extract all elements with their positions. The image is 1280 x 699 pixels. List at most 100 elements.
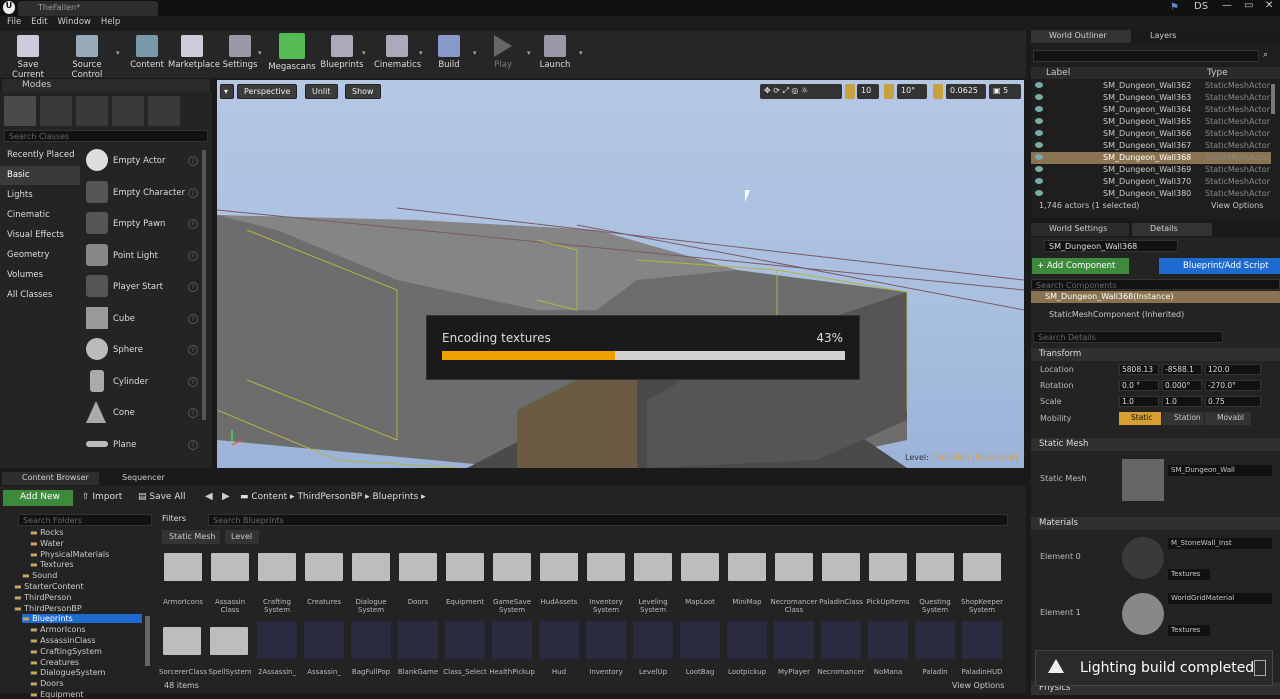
outliner-row[interactable]: SM_Dungeon_Wall366 StaticMeshActor [1031, 128, 1271, 140]
category-lights[interactable]: Lights [0, 186, 80, 205]
help-icon[interactable]: ? [188, 188, 198, 198]
asset-tile[interactable] [633, 621, 673, 659]
launch-button[interactable]: Launch [536, 33, 574, 77]
outliner-scrollbar[interactable] [1271, 84, 1275, 114]
breadcrumb-thirdpersonbp[interactable]: ThirdPersonBP [297, 492, 362, 502]
folder-tile[interactable] [916, 553, 954, 581]
material-1-thumbnail[interactable] [1122, 593, 1164, 635]
eye-icon[interactable] [1035, 142, 1043, 148]
folder-tile[interactable] [446, 553, 484, 581]
blueprint-add-script-button[interactable]: Blueprint/Add Script [1159, 258, 1280, 274]
eye-icon[interactable] [1035, 118, 1043, 124]
eye-icon[interactable] [1035, 82, 1043, 88]
build-button[interactable]: Build [430, 33, 468, 77]
eye-icon[interactable] [1035, 130, 1043, 136]
dropdown-arrow-icon[interactable]: ▾ [527, 49, 531, 57]
tree-folder[interactable]: ▬ Textures [30, 560, 74, 569]
toast-close-icon[interactable] [1254, 660, 1266, 676]
asset-tile[interactable] [915, 621, 955, 659]
place-cube[interactable]: Cube? [84, 305, 204, 335]
help-icon[interactable]: ? [188, 314, 198, 324]
tree-folder[interactable]: ▬ Doors [30, 679, 64, 688]
place-mode-icon[interactable] [4, 96, 36, 126]
dropdown-arrow-icon[interactable]: ▾ [116, 49, 120, 57]
folder-tile[interactable] [164, 553, 202, 581]
scale-snap-icon[interactable] [933, 84, 943, 99]
asset-tile[interactable] [868, 621, 908, 659]
unlit-button[interactable]: Unlit [305, 84, 338, 99]
help-icon[interactable]: ? [188, 345, 198, 355]
asset-tile[interactable] [257, 621, 297, 659]
mobility-static[interactable]: Static [1119, 412, 1161, 425]
grid-snap-icon[interactable] [845, 84, 855, 99]
tree-folder[interactable]: ▬ ArmorIcons [30, 625, 86, 634]
asset-tile[interactable] [445, 621, 485, 659]
marketplace-button[interactable]: Marketplace [168, 33, 220, 77]
place-cylinder[interactable]: Cylinder? [84, 368, 204, 398]
transform-tools[interactable]: ✥ ⟳ ⤢ ◎ ☼ [760, 84, 842, 99]
megascans-button[interactable]: Megascans [268, 33, 316, 77]
eye-icon[interactable] [1035, 190, 1043, 196]
tree-folder[interactable]: ▬ StarterContent [14, 582, 84, 591]
asset-tile[interactable] [774, 621, 814, 659]
materials-section[interactable]: Materials [1031, 517, 1280, 530]
scale-z[interactable]: 0.75 [1205, 396, 1261, 407]
dropdown-arrow-icon[interactable]: ▾ [258, 49, 262, 57]
outliner-row[interactable]: SM_Dungeon_Wall368 StaticMeshActor [1031, 152, 1271, 164]
outliner-row[interactable]: SM_Dungeon_Wall367 StaticMeshActor [1031, 140, 1271, 152]
transform-section[interactable]: Transform [1031, 348, 1280, 361]
settings-button[interactable]: Settings [220, 33, 260, 77]
help-icon[interactable]: ? [188, 440, 198, 450]
eye-icon[interactable] [1035, 178, 1043, 184]
dropdown-arrow-icon[interactable]: ▾ [473, 49, 477, 57]
help-icon[interactable]: ? [188, 377, 198, 387]
folder-tile[interactable] [634, 553, 672, 581]
rotation-z[interactable]: -270.0° [1205, 380, 1261, 391]
folder-tile[interactable] [210, 627, 248, 655]
notification-icon[interactable]: ⚑ [1170, 2, 1182, 13]
rotation-snap-icon[interactable] [884, 84, 894, 99]
outliner-row[interactable]: SM_Dungeon_Wall380 StaticMeshActor [1031, 188, 1271, 200]
rotation-snap[interactable]: 10° [897, 84, 927, 99]
layers-tab[interactable]: Layers [1134, 30, 1214, 43]
category-recently-placed[interactable]: Recently Placed [0, 146, 80, 165]
search-classes-input[interactable]: Search Classes [4, 130, 208, 142]
asset-tile[interactable] [680, 621, 720, 659]
outliner-row[interactable]: SM_Dungeon_Wall364 StaticMeshActor [1031, 104, 1271, 116]
help-icon[interactable]: ? [188, 156, 198, 166]
dropdown-arrow-icon[interactable]: ▾ [362, 49, 366, 57]
place-cone[interactable]: Cone? [84, 399, 204, 429]
forward-arrow-icon[interactable]: ▶ [222, 491, 230, 502]
dropdown-arrow-icon[interactable]: ▾ [579, 49, 583, 57]
play-button[interactable]: Play [484, 33, 522, 77]
asset-tile[interactable] [398, 621, 438, 659]
breadcrumb-blueprints[interactable]: Blueprints [373, 492, 419, 502]
folder-tile[interactable] [540, 553, 578, 581]
details-tab[interactable]: Details [1132, 223, 1212, 236]
actor-name-field[interactable]: SM_Dungeon_Wall368 [1044, 240, 1178, 252]
textures-0-dropdown[interactable]: Textures [1168, 569, 1210, 580]
filters-button[interactable]: Filters [162, 514, 186, 523]
instance-component[interactable]: SM_Dungeon_Wall368(Instance) [1031, 291, 1280, 303]
scale-y[interactable]: 1.0 [1162, 396, 1202, 407]
viewport-menu-button[interactable]: ▾ [220, 84, 234, 99]
help-icon[interactable]: ? [188, 282, 198, 292]
tree-folder[interactable]: ▬ ThirdPerson [14, 593, 71, 602]
outliner-row[interactable]: SM_Dungeon_Wall362 StaticMeshActor [1031, 80, 1271, 92]
tree-folder[interactable]: ▬ Creatures [30, 658, 79, 667]
camera-speed[interactable]: ▣ 5 [989, 84, 1021, 99]
place-point-light[interactable]: Point Light? [84, 242, 204, 272]
maximize-button[interactable]: ▭ [1244, 0, 1253, 11]
folder-tile[interactable] [493, 553, 531, 581]
folder-tile[interactable] [963, 553, 1001, 581]
rotation-y[interactable]: 0.000° [1162, 380, 1202, 391]
folder-tile[interactable] [258, 553, 296, 581]
eye-icon[interactable] [1035, 106, 1043, 112]
tree-folder[interactable]: ▬ Rocks [30, 528, 63, 537]
menu-help[interactable]: Help [94, 16, 120, 27]
search-details-input[interactable]: Search Details [1033, 331, 1223, 343]
world-outliner-tab[interactable]: World Outliner [1031, 30, 1131, 43]
column-type[interactable]: Type [1207, 68, 1228, 78]
add-component-button[interactable]: + Add Component [1032, 258, 1129, 274]
static-mesh-dropdown[interactable]: SM_Dungeon_Wall [1168, 465, 1272, 476]
